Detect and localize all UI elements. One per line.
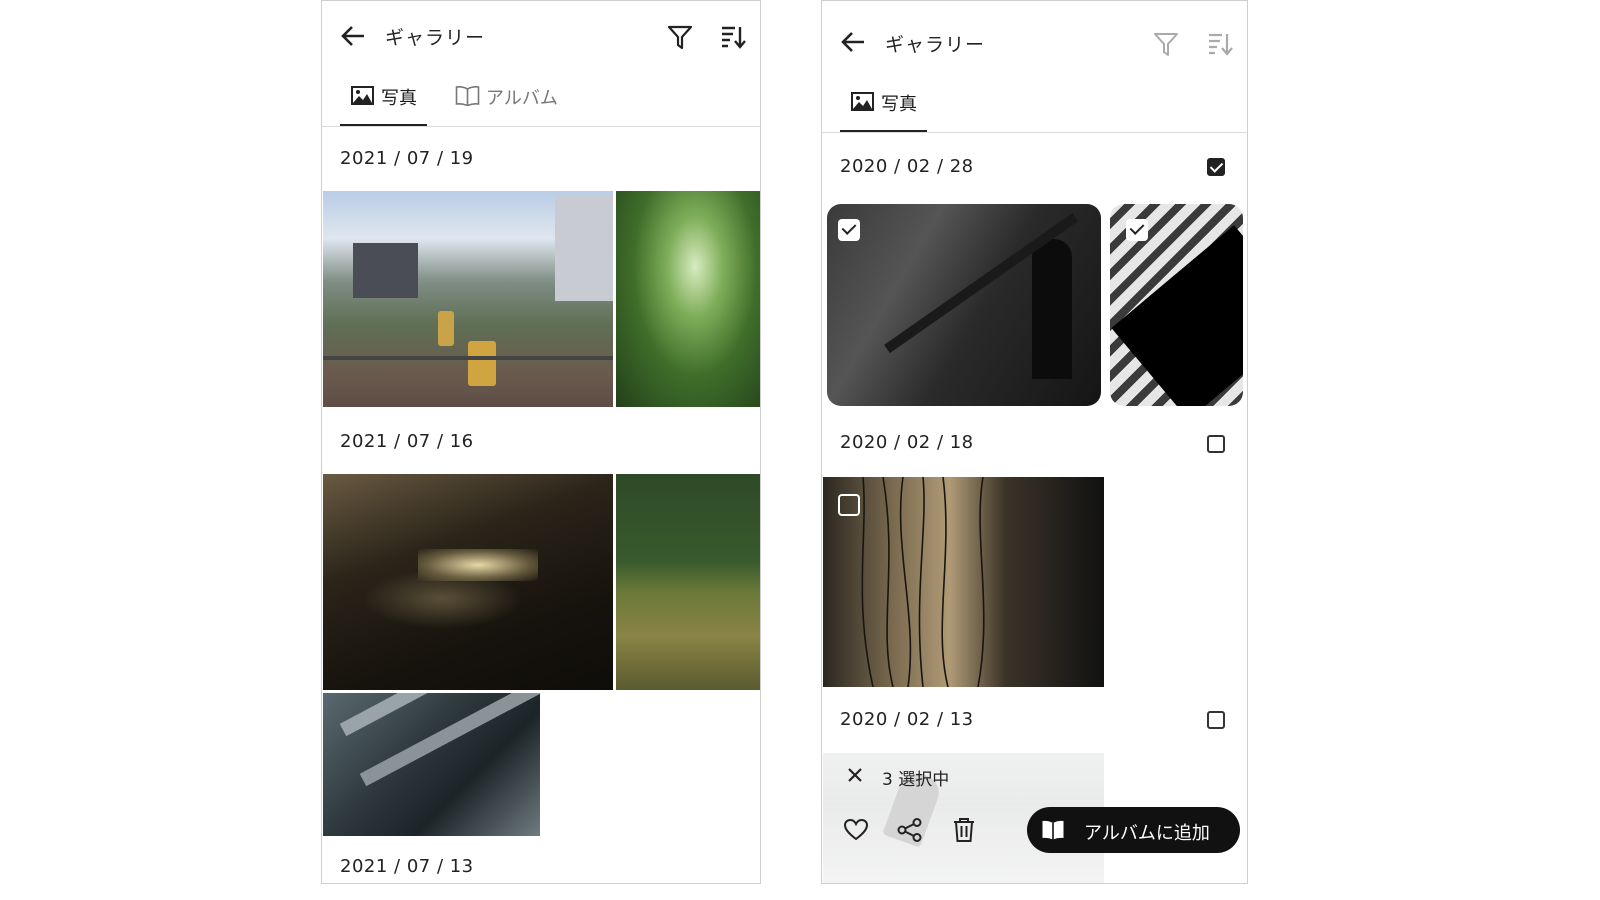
selection-action-bar: 3 選択中 アルバムに追加 [822,753,1247,883]
photo-thumbnail[interactable] [823,477,1104,687]
photo-select-checkbox[interactable] [1126,219,1148,241]
section-date: 2020 / 02 / 18 [840,432,974,453]
back-arrow-icon[interactable] [840,31,866,53]
album-icon [1042,820,1064,840]
add-to-album-label: アルバムに追加 [1084,823,1210,844]
filter-icon [1154,33,1178,56]
section-date: 2020 / 02 / 13 [840,709,974,730]
gallery-screen-right: ギャラリー 写真 2020 / 02 / 28 2020 / 02 / 18 2… [821,0,1248,884]
page-title: ギャラリー [385,27,486,49]
photo-thumbnail[interactable] [616,474,760,690]
filter-icon[interactable] [667,24,693,50]
section-date: 2021 / 07 / 16 [340,431,474,452]
album-icon [455,86,480,106]
photo-icon [851,92,874,111]
close-icon[interactable] [848,768,862,782]
section-date: 2020 / 02 / 28 [840,156,974,177]
page-title: ギャラリー [885,34,986,56]
trash-icon[interactable] [953,817,975,843]
sort-icon[interactable] [720,25,746,49]
add-to-album-button[interactable]: アルバムに追加 [1027,807,1240,853]
share-icon[interactable] [897,818,923,842]
tab-divider [822,132,1247,133]
photo-select-checkbox[interactable] [838,219,860,241]
branches-overlay [861,477,985,687]
section-select-checkbox[interactable] [1207,435,1225,453]
section-select-checkbox[interactable] [1207,158,1225,176]
photo-select-checkbox[interactable] [838,494,860,516]
tab-photos[interactable]: 写真 [381,84,417,110]
section-date: 2021 / 07 / 19 [340,148,474,169]
sort-icon [1209,33,1233,56]
photo-thumbnail[interactable] [323,474,613,690]
photo-thumbnail[interactable] [616,191,760,407]
photo-thumbnail[interactable] [323,191,613,407]
photo-thumbnail[interactable] [827,204,1101,406]
selection-count: 3 選択中 [882,770,950,790]
photo-thumbnail[interactable] [323,693,540,836]
section-select-checkbox[interactable] [1207,711,1225,729]
photo-icon [351,86,374,105]
tab-divider [322,126,760,127]
gallery-screen-left: ギャラリー 写真 アルバム 2021 / 07 / 19 2021 / 07 /… [321,0,761,884]
heart-icon[interactable] [844,819,868,841]
tab-albums[interactable]: アルバム [486,84,558,110]
section-date: 2021 / 07 / 13 [340,856,474,877]
back-arrow-icon[interactable] [340,25,366,47]
tab-photos[interactable]: 写真 [881,90,917,116]
